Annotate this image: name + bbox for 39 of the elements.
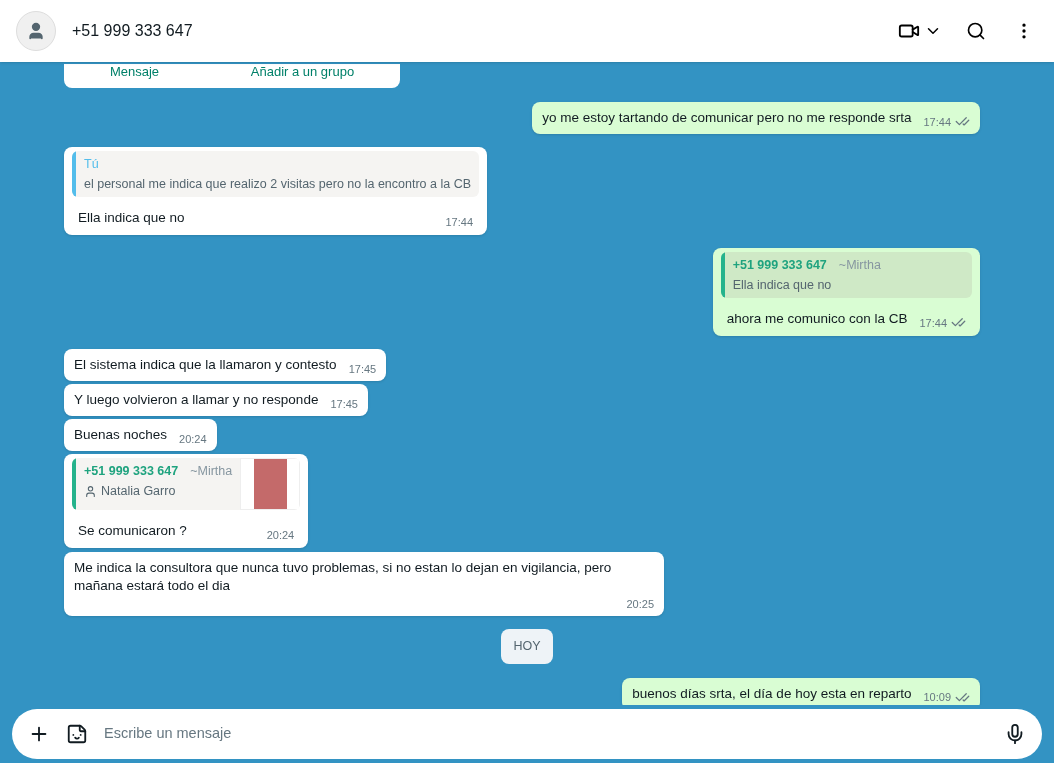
card-action-link[interactable]: Añadir a un grupo bbox=[250, 64, 355, 80]
message-text: Y luego volvieron a llamar y no responde bbox=[74, 391, 319, 409]
message-text: Ella indica que no bbox=[78, 209, 186, 227]
quote-author: +51 999 333 647 bbox=[84, 463, 179, 480]
message-composer[interactable]: Escribe un mensaje bbox=[12, 709, 1042, 759]
message-text: Se comunicaron ? bbox=[78, 522, 188, 540]
message-time: 17:44 bbox=[919, 315, 947, 330]
quote-author-name: ~Mirtha bbox=[838, 257, 881, 274]
quoted-message[interactable]: +51 999 333 647 ~Mirtha Ella indica que no bbox=[720, 252, 972, 298]
message-time: 10:09 bbox=[923, 690, 951, 705]
quote-contact-name: Natalia Garro bbox=[101, 483, 176, 500]
message-text: ahora me comunico con la CB bbox=[726, 310, 908, 328]
message-text: Buenas noches bbox=[74, 426, 168, 444]
sticker-icon[interactable] bbox=[66, 723, 88, 745]
message-time: 17:44 bbox=[445, 215, 474, 229]
quoted-message[interactable]: +51 999 333 647 ~Mirtha Natalia Garro bbox=[72, 458, 301, 510]
message-input[interactable]: Escribe un mensaje bbox=[104, 723, 988, 745]
message-time: 20:24 bbox=[179, 432, 207, 446]
message-time: 17:44 bbox=[923, 114, 951, 129]
message-text: yo me estoy tartando de comunicar pero no me responde srta bbox=[542, 109, 912, 127]
quote-author: +51 999 333 647 bbox=[732, 257, 827, 274]
card-action-link[interactable]: Mensaje bbox=[109, 64, 159, 80]
message-time: 17:45 bbox=[330, 397, 358, 411]
message-text: El sistema indica que la llamaron y contesto bbox=[74, 356, 337, 374]
quoted-message[interactable]: Tú el personal me indica que realizo 2 visitas pero no la encontro a la CB bbox=[72, 151, 480, 197]
search-icon[interactable] bbox=[966, 21, 986, 41]
contact-icon bbox=[84, 484, 97, 498]
quote-author: Tú bbox=[84, 156, 99, 173]
quote-author-name: ~Mirtha bbox=[190, 463, 233, 480]
quote-text: Ella indica que no bbox=[732, 277, 833, 294]
quote-text: el personal me indica que realizo 2 visitas pero no la encontro a la CB bbox=[84, 176, 472, 193]
message-text: Me indica la consultora que nunca tuvo problemas, si no estan lo dejan en vigilancia, pero mañana estará todo el dia bbox=[74, 559, 613, 595]
message-text: buenos días srta, el día de hoy esta en reparto bbox=[632, 684, 912, 703]
avatar-icon[interactable] bbox=[16, 11, 56, 51]
contact-name[interactable]: +51 999 333 647 bbox=[72, 19, 898, 43]
message-time: 20:25 bbox=[626, 597, 654, 611]
message-time: 17:45 bbox=[348, 362, 377, 376]
date-separator: HOY bbox=[501, 629, 553, 664]
message-time: 20:24 bbox=[266, 528, 295, 542]
